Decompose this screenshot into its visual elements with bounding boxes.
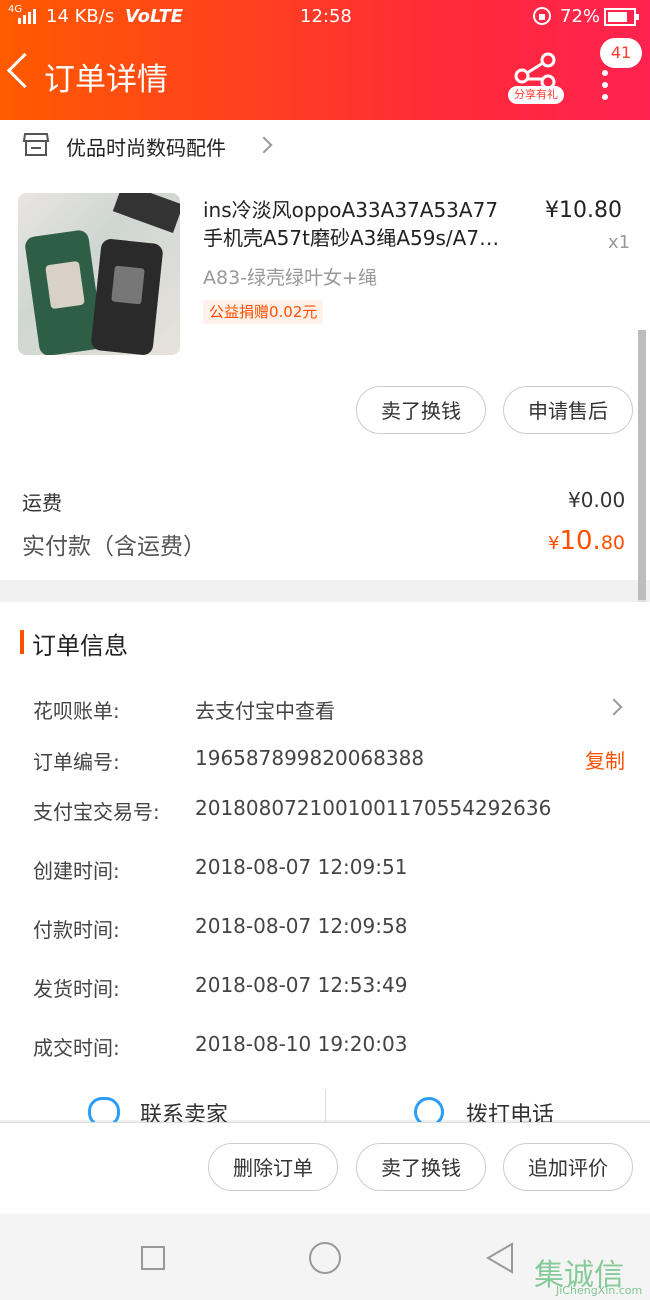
scrollbar-thumb[interactable] [638,330,646,600]
created-time-label: 创建时间: [33,859,120,883]
divider [325,1089,326,1122]
battery-percent: 72% [560,6,601,27]
product-thumbnail[interactable] [18,193,180,355]
product-quantity: x1 [608,232,631,253]
ship-time-value: 2018-08-07 12:53:49 [195,973,408,997]
payment-time-value: 2018-08-07 12:09:58 [195,914,408,938]
watermark-site: JiChengXin.com [556,1284,643,1297]
product-price: ¥10.80 [545,198,622,223]
back-nav-icon[interactable] [484,1242,516,1274]
donation-tag: 公益捐赠0.02元 [203,300,324,324]
recent-apps-icon[interactable] [141,1246,165,1270]
deal-time-value: 2018-08-10 19:20:03 [195,1032,408,1056]
add-review-button[interactable]: 追加评价 [503,1143,633,1191]
payment-time-label: 付款时间: [33,918,120,942]
system-nav-bar: 集诚信 JiChengXin.com [0,1214,650,1300]
product-variant: A83-绿壳绿叶女+绳 [203,267,377,289]
more-menu-icon[interactable] [602,70,608,100]
back-icon[interactable] [6,52,43,89]
order-number-label: 订单编号: [33,750,120,774]
phone-icon [414,1097,444,1122]
app-header: 4G 14 KB/s VoLTE 12:58 72% 订单详情 分享有礼 41 [0,0,650,120]
contact-row: 联系卖家 拨打电话 [0,1085,636,1122]
home-icon[interactable] [309,1242,341,1274]
chat-icon [88,1097,120,1122]
chevron-right-icon [255,136,273,154]
created-time-value: 2018-08-07 12:09:51 [195,855,408,879]
paid-amount-value: ¥10.80 [548,526,625,556]
copy-order-number-button[interactable]: 复制 [585,745,625,774]
product-name[interactable]: ins冷淡风oppoA33A37A53A77 手机壳A57t磨砂A3绳A59s/… [203,196,538,252]
delete-order-button[interactable]: 删除订单 [208,1143,338,1191]
sell-for-cash-button[interactable]: 卖了换钱 [356,386,486,434]
call-phone-button[interactable]: 拨打电话 [466,1097,554,1122]
shop-row[interactable]: 优品时尚数码配件 [0,120,650,170]
shipping-label: 运费 [22,491,62,515]
section-marker [20,630,24,654]
battery-icon [604,8,640,31]
paid-amount-label: 实付款（含运费） [22,534,206,560]
sell-for-cash-bottom-button[interactable]: 卖了换钱 [356,1143,486,1191]
volte-indicator: VoLTE [125,6,184,27]
contact-seller-button[interactable]: 联系卖家 [140,1097,228,1122]
clock: 12:58 [300,6,352,27]
huabei-bill-label: 花呗账单: [33,699,120,723]
shipping-value: ¥0.00 [568,488,626,512]
ship-time-label: 发货时间: [33,977,120,1001]
network-speed: 14 KB/s [46,6,115,27]
message-count-badge[interactable]: 41 [600,38,642,68]
rotation-lock-icon [532,6,552,31]
after-sales-button[interactable]: 申请售后 [503,386,633,434]
alipay-trade-value: 2018080721001001170554292636 [195,796,552,820]
share-reward-label[interactable]: 分享有礼 [508,86,564,104]
deal-time-label: 成交时间: [33,1036,120,1060]
order-number-value: 196587899820068388 [195,746,425,770]
huabei-bill-link[interactable]: 去支付宝中查看 [195,695,335,724]
shop-name: 优品时尚数码配件 [66,136,226,160]
alipay-trade-label: 支付宝交易号: [33,800,160,824]
signal-icon [16,8,42,29]
page-title: 订单详情 [44,62,168,98]
order-info-title: 订单信息 [32,632,128,660]
status-bar: 4G 14 KB/s VoLTE 12:58 72% [0,0,650,34]
store-icon [22,133,50,156]
